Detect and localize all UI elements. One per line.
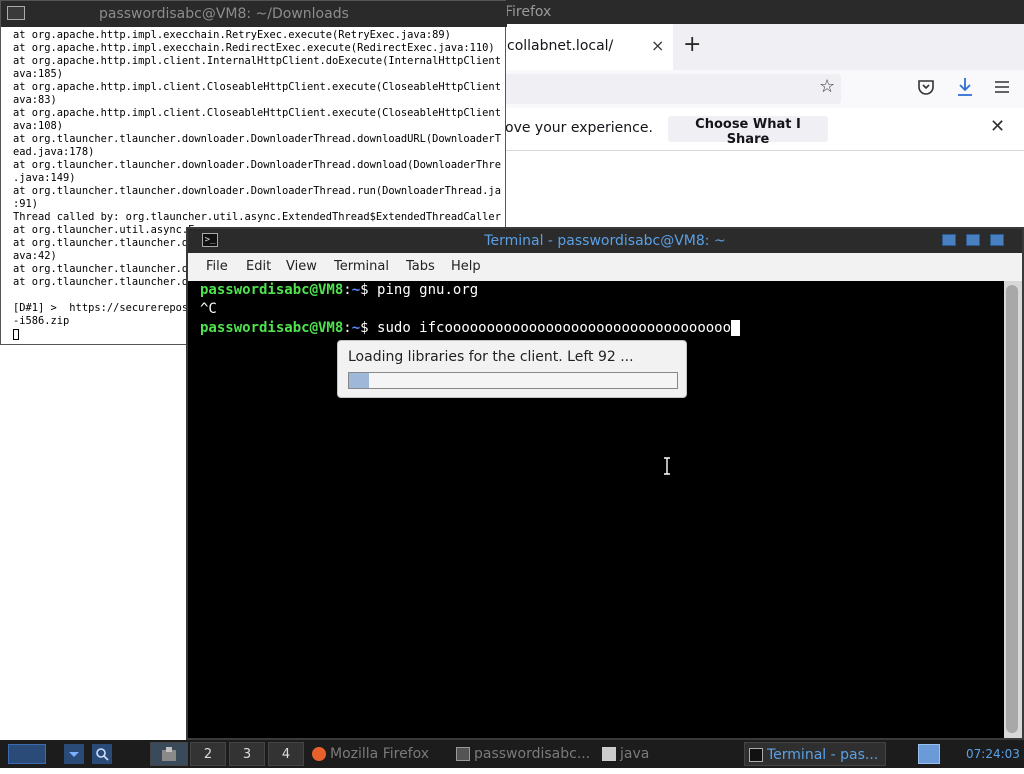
- terminal-scrollbar[interactable]: [1004, 281, 1022, 738]
- network-icon[interactable]: [918, 744, 940, 764]
- terminal-window: Terminal - passwordisabc@VM8: ~ >_ File …: [186, 227, 1024, 740]
- command-text: ping gnu.org: [377, 282, 479, 298]
- xterm-line: ava:108): [13, 120, 64, 132]
- prompt-user: passwordisabc@VM8: [200, 282, 344, 298]
- prompt-symbol: $: [360, 320, 378, 336]
- new-tab-icon[interactable]: +: [683, 32, 701, 57]
- xterm-window-title: passwordisabc@VM8: ~/Downloads: [99, 6, 349, 22]
- taskbar: 2 3 4 Mozilla Firefox passwordisabc... j…: [0, 740, 1024, 768]
- scrollbar-thumb[interactable]: [1006, 285, 1018, 733]
- terminal-line: ^C: [200, 301, 217, 317]
- xterm-line: at org.apache.http.impl.client.Closeable…: [13, 107, 501, 119]
- xterm-line: at org.tlauncher.tlauncher.downloader.Do…: [13, 185, 501, 197]
- progress-fill: [349, 373, 369, 388]
- task-xterm[interactable]: passwordisabc...: [456, 742, 590, 766]
- choose-what-i-share-button[interactable]: Choose What I Share: [668, 116, 828, 147]
- firefox-window-title: Firefox: [505, 4, 552, 20]
- xterm-titlebar[interactable]: passwordisabc@VM8: ~/Downloads: [1, 1, 507, 27]
- prompt-path: ~: [351, 320, 361, 336]
- firefox-icon: [312, 747, 326, 761]
- loading-popup: Loading libraries for the client. Left 9…: [337, 340, 687, 398]
- xterm-line: at org.apache.http.impl.execchain.Redire…: [13, 42, 495, 54]
- terminal-menubar: File Edit View Terminal Tabs Help: [188, 253, 1022, 281]
- menu-tabs[interactable]: Tabs: [406, 259, 435, 274]
- workspace-1-button[interactable]: [150, 742, 188, 766]
- task-label: passwordisabc...: [474, 746, 591, 762]
- task-java[interactable]: java: [602, 742, 649, 766]
- url-bar[interactable]: [505, 74, 841, 104]
- menu-file[interactable]: File: [206, 259, 228, 274]
- tab-close-icon[interactable]: ×: [651, 36, 664, 55]
- privacy-notice-bar: ove your experience. Choose What I Share…: [505, 108, 1024, 151]
- menu-help[interactable]: Help: [451, 259, 481, 274]
- task-terminal[interactable]: Terminal - pas...: [744, 742, 886, 766]
- minimize-button[interactable]: [942, 234, 956, 246]
- download-icon[interactable]: [955, 76, 975, 98]
- xterm-line: .java:149): [13, 172, 76, 184]
- menu-view[interactable]: View: [286, 259, 317, 274]
- task-firefox[interactable]: Mozilla Firefox: [312, 742, 429, 766]
- xterm-line: at org.apache.http.impl.client.InternalH…: [13, 55, 501, 67]
- xterm-line: at org.apache.http.impl.client.Closeable…: [13, 81, 501, 93]
- notice-text: ove your experience.: [505, 120, 653, 136]
- loading-text: Loading libraries for the client. Left 9…: [348, 349, 634, 365]
- ibeam-cursor-icon: [664, 457, 670, 475]
- xterm-line: ava:185): [13, 68, 64, 80]
- xterm-line: Thread called by: org.tlauncher.util.asy…: [13, 211, 501, 223]
- menu-edit[interactable]: Edit: [246, 259, 271, 274]
- xterm-line: :91): [13, 198, 39, 210]
- prompt-separator: :: [343, 320, 352, 336]
- tab-title: collabnet.local/: [507, 38, 614, 54]
- notice-close-icon[interactable]: ✕: [990, 116, 1005, 137]
- search-icon[interactable]: [92, 744, 112, 764]
- command-text: sudo ifcoooooooooooooooooooooooooooooooo…: [377, 320, 732, 336]
- firefox-window: Firefox collabnet.local/ × + ☆ ove your …: [505, 0, 1024, 230]
- firefox-titlebar[interactable]: Firefox: [505, 0, 1024, 24]
- terminal-line: passwordisabc@VM8:~$ ping gnu.org: [200, 281, 478, 300]
- firefox-tabbar: collabnet.local/ × +: [505, 24, 1024, 70]
- firefox-navbar: ☆: [505, 70, 1024, 108]
- terminal-icon: [7, 6, 25, 20]
- chevron-down-icon[interactable]: [64, 744, 84, 764]
- java-icon: [602, 747, 616, 761]
- maximize-button[interactable]: [966, 234, 980, 246]
- task-label: Mozilla Firefox: [330, 746, 430, 762]
- applications-menu-icon[interactable]: [8, 744, 46, 764]
- menu-terminal[interactable]: Terminal: [334, 259, 389, 274]
- bookmark-star-icon[interactable]: ☆: [819, 76, 835, 97]
- xterm-line: ead.java:178): [13, 146, 95, 158]
- xterm-line: at org.tlauncher.tlauncher.downloader.Do…: [13, 133, 501, 145]
- prompt-user: passwordisabc@VM8: [200, 320, 344, 336]
- firefox-tab[interactable]: collabnet.local/ ×: [505, 24, 673, 70]
- text-cursor: [731, 320, 741, 336]
- workspace-4-button[interactable]: 4: [268, 742, 304, 766]
- loading-progress-bar: [348, 372, 678, 389]
- workspace-2-button[interactable]: 2: [190, 742, 226, 766]
- clock[interactable]: 07:24:03: [966, 742, 1020, 766]
- task-label: java: [620, 746, 650, 762]
- xterm-line: at org.apache.http.impl.execchain.RetryE…: [13, 29, 451, 41]
- terminal-icon: [456, 747, 470, 761]
- prompt-symbol: $: [360, 282, 378, 298]
- task-label: Terminal - pas...: [767, 747, 879, 763]
- prompt-separator: :: [343, 282, 352, 298]
- terminal-line: passwordisabc@VM8:~$ sudo ifcooooooooooo…: [200, 319, 741, 338]
- pocket-icon[interactable]: [917, 78, 935, 96]
- xterm-line: ava:83): [13, 94, 57, 106]
- hamburger-menu-icon[interactable]: [993, 78, 1011, 96]
- terminal-window-title: Terminal - passwordisabc@VM8: ~: [484, 233, 726, 249]
- terminal-titlebar[interactable]: Terminal - passwordisabc@VM8: ~ >_: [188, 229, 1022, 253]
- terminal-app-icon: >_: [202, 233, 218, 247]
- workspace-3-button[interactable]: 3: [229, 742, 265, 766]
- close-button[interactable]: [990, 234, 1004, 246]
- prompt-path: ~: [351, 282, 361, 298]
- xterm-line: at org.tlauncher.tlauncher.downloader.Do…: [13, 159, 501, 171]
- terminal-icon: [749, 748, 763, 762]
